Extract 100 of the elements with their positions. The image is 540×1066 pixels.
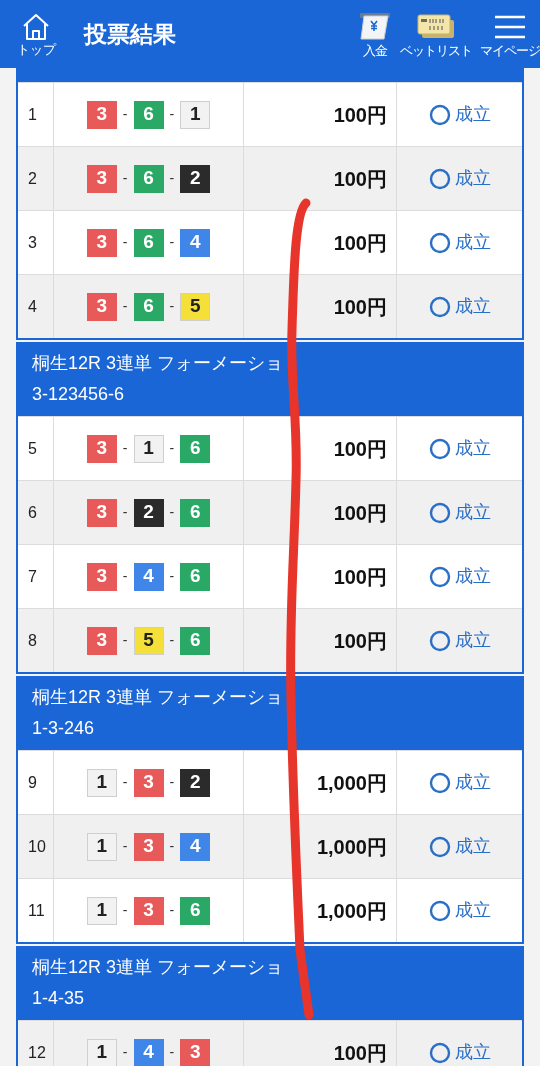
status-text: 成立 (454, 899, 491, 922)
dash: - (169, 297, 175, 316)
deposit-button[interactable]: 入金 (358, 11, 392, 57)
boat-number-tile: 6 (180, 896, 211, 925)
boat-number-tile: 3 (86, 228, 117, 257)
amount-text: 100円 (333, 166, 387, 192)
boat-number-tile: 1 (86, 1038, 117, 1066)
boat-number-tile: 3 (86, 498, 117, 527)
dash: - (122, 105, 128, 124)
menu-button[interactable]: マイページ (480, 13, 540, 57)
ticket-icon (416, 11, 456, 40)
status-text: 成立 (454, 629, 491, 652)
dash: - (169, 233, 175, 252)
status-text: 成立 (454, 437, 491, 460)
boat-number-tile: 1 (180, 100, 211, 129)
boat-number-tile: 1 (133, 434, 164, 463)
page-title: 投票結果 (84, 19, 176, 49)
amount-text: 1,000円 (316, 834, 387, 860)
boat-number-tile: 6 (180, 562, 211, 591)
dash: - (169, 901, 175, 920)
status-text: 成立 (454, 835, 491, 858)
row-number: 6 (28, 502, 37, 523)
circle-icon (428, 771, 451, 794)
dash: - (169, 169, 175, 188)
boat-number-tile: 2 (180, 164, 211, 193)
boat-number-tile: 3 (86, 100, 117, 129)
yen-card-icon (358, 11, 392, 40)
row-number: 10 (28, 836, 46, 857)
boat-number-tile: 4 (133, 562, 164, 591)
amount-text: 100円 (333, 230, 387, 256)
dash: - (122, 1043, 128, 1062)
circle-icon (428, 437, 451, 460)
amount-text: 100円 (333, 564, 387, 590)
dash: - (169, 439, 175, 458)
row-number: 5 (28, 438, 37, 459)
amount-text: 1,000円 (316, 898, 387, 924)
row-number: 12 (28, 1042, 46, 1063)
status-text: 成立 (454, 231, 491, 254)
boat-number-tile: 3 (86, 164, 117, 193)
status-text: 成立 (454, 295, 491, 318)
boat-number-tile: 5 (133, 626, 164, 655)
boat-number-tile: 3 (133, 896, 164, 925)
boat-number-tile: 6 (133, 228, 164, 257)
group-subtitle: 1-4-35 (32, 987, 86, 1010)
boat-number-tile: 6 (133, 164, 164, 193)
dash: - (122, 439, 128, 458)
status-text: 成立 (454, 771, 491, 794)
dash: - (169, 1043, 175, 1062)
group-title: 桐生12R 3連単 フォーメーショ (32, 352, 285, 375)
dash: - (169, 503, 175, 522)
boat-number-tile: 6 (180, 498, 211, 527)
dash: - (169, 631, 175, 650)
boat-number-tile: 1 (86, 896, 117, 925)
boat-number-tile: 3 (180, 1038, 211, 1066)
betlist-button[interactable]: ベットリスト (400, 11, 472, 57)
amount-text: 100円 (333, 102, 387, 128)
status-text: 成立 (454, 501, 491, 524)
dash: - (122, 901, 128, 920)
boat-number-tile: 3 (133, 832, 164, 861)
amount-text: 100円 (333, 500, 387, 526)
home-icon (21, 12, 51, 41)
boat-number-tile: 6 (180, 434, 211, 463)
boat-number-tile: 6 (133, 292, 164, 321)
boat-number-tile: 3 (86, 434, 117, 463)
dash: - (122, 297, 128, 316)
circle-icon (428, 1041, 451, 1064)
row-number: 8 (28, 630, 37, 651)
group-title: 桐生12R 3連単 フォーメーショ (32, 956, 285, 979)
boat-number-tile: 3 (86, 626, 117, 655)
row-number: 3 (28, 232, 37, 253)
amount-text: 100円 (333, 436, 387, 462)
row-number: 1 (28, 104, 37, 125)
amount-text: 100円 (333, 1040, 387, 1066)
row-number: 9 (28, 772, 37, 793)
dash: - (122, 837, 128, 856)
dash: - (122, 233, 128, 252)
row-number: 2 (28, 168, 37, 189)
dash: - (122, 773, 128, 792)
boat-number-tile: 2 (133, 498, 164, 527)
boat-number-tile: 3 (133, 768, 164, 797)
status-text: 成立 (454, 1041, 491, 1064)
boat-number-tile: 6 (133, 100, 164, 129)
row-number: 4 (28, 296, 37, 317)
home-button[interactable]: トップ (14, 12, 58, 56)
dash: - (122, 631, 128, 650)
amount-text: 1,000円 (316, 770, 387, 796)
status-text: 成立 (454, 565, 491, 588)
boat-number-tile: 4 (180, 832, 211, 861)
row-number: 11 (28, 900, 45, 921)
group-subtitle: 3-123456-6 (32, 383, 126, 406)
circle-icon (428, 835, 451, 858)
amount-text: 100円 (333, 628, 387, 654)
dash: - (122, 169, 128, 188)
dash: - (169, 567, 175, 586)
row-number: 7 (28, 566, 37, 587)
dash: - (122, 567, 128, 586)
boat-number-tile: 3 (86, 562, 117, 591)
dash: - (122, 503, 128, 522)
boat-number-tile: 4 (133, 1038, 164, 1066)
status-text: 成立 (454, 103, 491, 126)
